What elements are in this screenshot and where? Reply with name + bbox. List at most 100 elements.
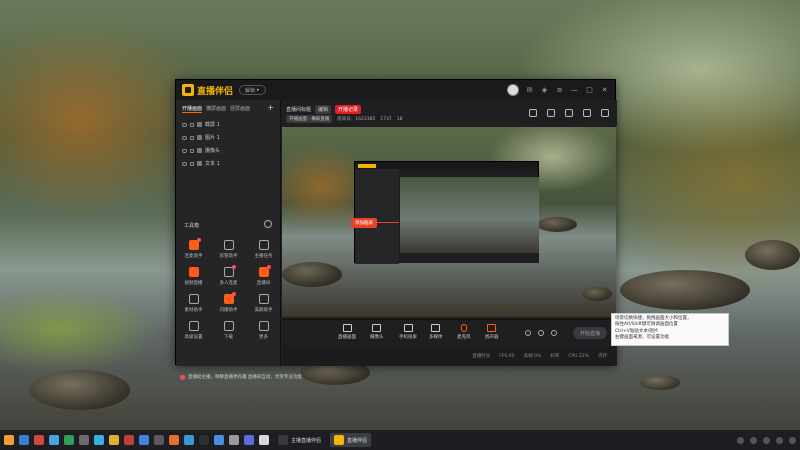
tool-item[interactable]: 房管助手: [211, 240, 246, 259]
toolbox-grid: 连麦助手 房管助手 主播任务视频直播 多人连麦 直播间素材助手 闪播助手 美颜助手高级设置 下…: [176, 238, 281, 340]
screenshot-icon: [197, 122, 202, 127]
app-icon[interactable]: [244, 435, 254, 445]
badge-dot-icon: [266, 265, 271, 269]
mail-icon[interactable]: ✉: [525, 86, 534, 95]
eye-icon[interactable]: [182, 122, 187, 127]
share-screen-icon[interactable]: [529, 109, 537, 117]
bell-icon[interactable]: [583, 109, 591, 117]
lock-icon[interactable]: [190, 122, 194, 127]
taskbar-app-active[interactable]: 直播伴侣: [330, 433, 372, 447]
eye-icon[interactable]: [182, 161, 187, 166]
menu-icon[interactable]: ≡: [555, 86, 564, 95]
tool-item[interactable]: 连麦助手: [176, 238, 211, 259]
source-item[interactable]: 截屏 1: [176, 118, 280, 131]
app-icon[interactable]: [199, 435, 209, 445]
tool-item[interactable]: 主播任务: [246, 240, 281, 259]
app-icon[interactable]: [154, 435, 164, 445]
preview-rock: [282, 262, 342, 287]
edit-button[interactable]: 编辑: [315, 105, 332, 114]
stream-preview[interactable]: [282, 127, 616, 317]
control-speaker[interactable]: 扬声器: [485, 324, 499, 340]
eye-icon[interactable]: [182, 148, 187, 153]
tray-icon[interactable]: [763, 436, 770, 444]
tray-icon[interactable]: [737, 436, 744, 444]
tool-item[interactable]: 多人连麦: [211, 265, 246, 286]
avatar[interactable]: [507, 84, 519, 96]
person-icon: [223, 240, 234, 250]
app-icon[interactable]: [109, 435, 119, 445]
source-item[interactable]: 图片 1: [176, 131, 280, 144]
lock-icon[interactable]: [190, 148, 194, 153]
notice-bar[interactable]: 直播助主播，畅聊直播更有趣 直播间互动，享受专业功能: [180, 374, 320, 380]
toolbox-settings-icon[interactable]: [264, 220, 272, 228]
close-button[interactable]: ✕: [600, 86, 609, 95]
app-logo: 直播伴侣: [182, 84, 233, 97]
folder-icon[interactable]: [4, 435, 14, 445]
tool-item[interactable]: 直播间: [246, 265, 281, 286]
control-screen[interactable]: 直播画面: [338, 324, 356, 340]
record-icon[interactable]: [547, 109, 555, 117]
lock-icon[interactable]: [190, 135, 194, 140]
start-live-button[interactable]: 开始直播: [573, 327, 607, 339]
tool-label: 闪播助手: [219, 308, 238, 313]
control-phone-cast[interactable]: 手机投屏: [399, 324, 417, 340]
phone-cast-icon: [403, 324, 413, 332]
app-icon[interactable]: [214, 435, 224, 445]
nested-controls: [400, 253, 539, 263]
share-icon[interactable]: [601, 109, 609, 117]
tool-item[interactable]: 闪播助手: [211, 292, 246, 313]
app-icon[interactable]: [124, 435, 134, 445]
multi-user-icon: [223, 265, 236, 277]
mic-link-icon: [188, 238, 201, 250]
app-icon[interactable]: [229, 435, 239, 445]
app-icon[interactable]: [64, 435, 74, 445]
lock-icon[interactable]: [190, 161, 194, 166]
skin-icon[interactable]: ◈: [540, 86, 549, 95]
tray-icon[interactable]: [776, 436, 783, 444]
app-icon[interactable]: [94, 435, 104, 445]
tool-item[interactable]: 下载: [211, 321, 246, 340]
tool-item[interactable]: 美颜助手: [246, 294, 281, 313]
browser-icon[interactable]: [49, 435, 59, 445]
wallpaper-rock: [745, 240, 800, 270]
eye-icon[interactable]: [182, 135, 187, 140]
video-live-icon: [188, 267, 199, 277]
app-icon[interactable]: [184, 435, 194, 445]
tab-portrait[interactable]: 竖屏画面: [230, 105, 250, 113]
control-mic[interactable]: 麦克风: [457, 324, 471, 340]
tab-scene-main[interactable]: 开播画面: [182, 105, 203, 113]
upload-icon: [188, 294, 199, 304]
app-icon[interactable]: [259, 435, 269, 445]
chat-icon[interactable]: [565, 109, 573, 117]
minimize-button[interactable]: —: [570, 86, 579, 95]
settings-icon[interactable]: [551, 330, 557, 336]
app-icon[interactable]: [139, 435, 149, 445]
control-media[interactable]: 多媒体: [429, 324, 443, 340]
timer-icon[interactable]: [538, 330, 544, 336]
scene-mode-badge[interactable]: 开播画面 · 横屏直播: [286, 115, 333, 123]
tool-item[interactable]: 高级设置: [176, 321, 211, 340]
source-item[interactable]: 文本 1: [176, 157, 280, 170]
maximize-button[interactable]: □: [585, 86, 594, 95]
unlock-pill[interactable]: 解锁 ▸: [239, 85, 266, 95]
start-icon[interactable]: [19, 435, 29, 445]
tray-icon[interactable]: [789, 436, 796, 444]
record-button[interactable]: 开播记录: [335, 105, 362, 114]
tool-item[interactable]: 更多: [246, 321, 281, 340]
app-icon[interactable]: [169, 435, 179, 445]
add-scene-button[interactable]: +: [267, 104, 274, 113]
tray-icon[interactable]: [750, 436, 757, 444]
tips-callout: 场景切换快捷，拖拽画面大小和位置， 按住Alt/Shift键可微调画面位置 Ct…: [611, 313, 729, 346]
record-video-icon[interactable]: [525, 330, 531, 336]
tool-item[interactable]: 视频直播: [176, 267, 211, 286]
tool-item[interactable]: 素材助手: [176, 294, 211, 313]
chevron-right-icon: ▸: [257, 87, 260, 93]
source-item[interactable]: 摄像头: [176, 144, 280, 157]
media-icon: [431, 324, 441, 332]
control-camera[interactable]: 摄像头: [370, 324, 384, 340]
tab-landscape[interactable]: 横屏画面: [206, 105, 226, 113]
app-icon[interactable]: [79, 435, 89, 445]
app-icon[interactable]: [34, 435, 44, 445]
taskbar-app[interactable]: 主播直播伴侣: [274, 433, 325, 447]
taskbar-app-label: 直播伴侣: [347, 437, 368, 444]
